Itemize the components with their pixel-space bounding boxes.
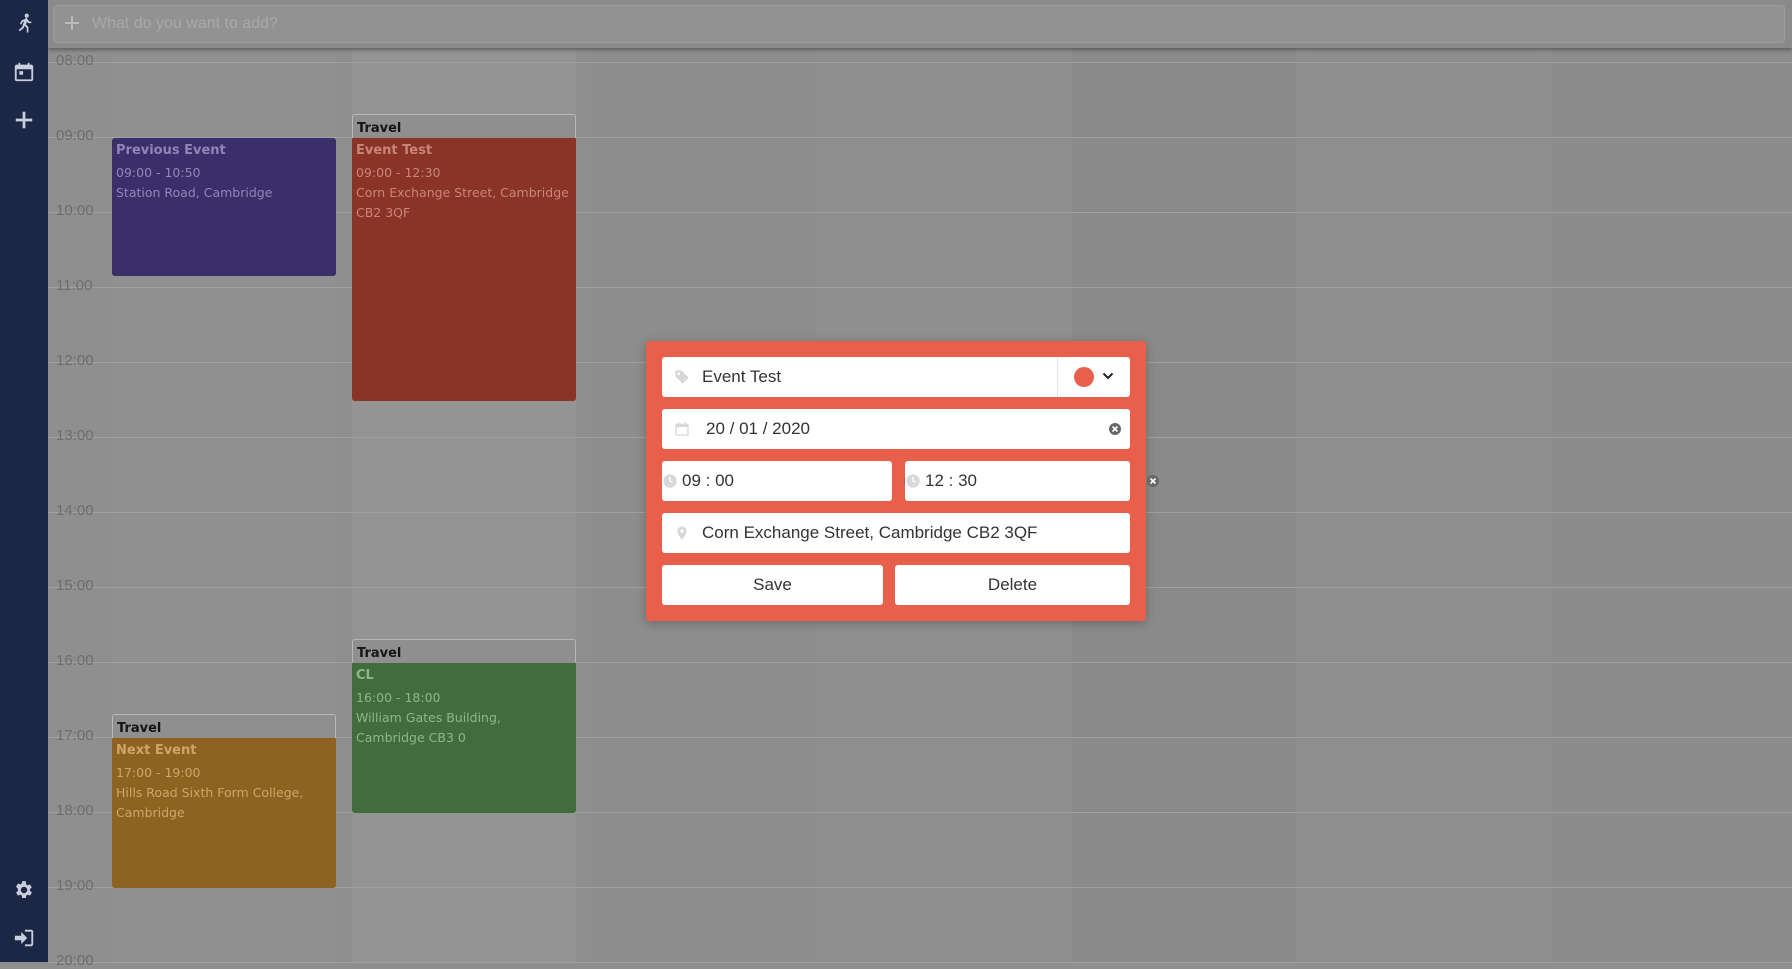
event-location: William Gates Building, Cambridge CB3 0 — [356, 710, 501, 745]
sidebar-item-activity[interactable] — [0, 3, 48, 43]
delete-button[interactable]: Delete — [895, 565, 1130, 605]
color-swatch — [1074, 367, 1094, 387]
color-picker[interactable] — [1057, 357, 1130, 397]
event-location: Hills Road Sixth Form College, Cambridge — [116, 785, 304, 820]
event-time: 16:00 - 18:00 — [356, 690, 441, 705]
travel-block[interactable]: Travel — [112, 714, 336, 739]
sidebar-item-add[interactable] — [0, 100, 48, 140]
sidebar-item-logout[interactable] — [0, 918, 48, 958]
chevron-down-icon — [1102, 367, 1114, 387]
edit-event-modal: Save Delete — [646, 341, 1159, 621]
hour-label: 16:00 — [56, 652, 94, 669]
day-column[interactable] — [1312, 0, 1536, 962]
event-date-input[interactable] — [702, 419, 1100, 439]
event-title: CL — [356, 668, 374, 683]
event-location: Station Road, Cambridge — [116, 185, 273, 200]
event-title-input[interactable] — [702, 367, 1050, 387]
location-input[interactable] — [702, 523, 1130, 543]
hour-label: 12:00 — [56, 352, 94, 369]
event-title: Next Event — [116, 743, 197, 758]
sidebar-item-calendar[interactable] — [0, 52, 48, 92]
calendar-icon — [662, 421, 702, 437]
hour-label: 20:00 — [56, 952, 94, 969]
plus-icon: + — [62, 11, 82, 36]
hour-label: 08:00 — [56, 52, 94, 69]
hour-line — [48, 62, 1792, 63]
hour-line — [48, 662, 1792, 663]
save-button[interactable]: Save — [662, 565, 883, 605]
clear-date-icon[interactable] — [1100, 422, 1130, 436]
logout-icon — [14, 929, 34, 947]
tag-icon — [662, 369, 702, 385]
event-title-field — [662, 357, 1130, 397]
add-bar: + — [48, 0, 1792, 48]
sidebar-item-settings[interactable] — [0, 870, 48, 910]
hour-label: 10:00 — [56, 202, 94, 219]
clock-icon — [662, 473, 678, 489]
hour-label: 09:00 — [56, 127, 94, 144]
location-field — [662, 513, 1130, 553]
start-time-field — [662, 461, 916, 501]
gear-icon — [16, 881, 32, 898]
add-input[interactable] — [90, 14, 1784, 34]
clock-icon — [905, 473, 921, 489]
hour-line — [48, 287, 1792, 288]
end-time-field — [905, 461, 1159, 501]
running-person-icon — [18, 13, 32, 33]
event-time: 09:00 - 12:30 — [356, 165, 441, 180]
event-title: Event Test — [356, 143, 433, 158]
start-time-input[interactable] — [678, 471, 903, 491]
hour-label: 15:00 — [56, 577, 94, 594]
event-next[interactable]: Next Event 17:00 - 19:00 Hills Road Sixt… — [112, 738, 336, 888]
event-time: 17:00 - 19:00 — [116, 765, 201, 780]
event-date-field — [662, 409, 1130, 449]
clear-end-time-icon[interactable] — [1146, 474, 1160, 488]
hour-label: 11:00 — [56, 277, 93, 294]
sidebar — [0, 0, 48, 962]
event-test[interactable]: Event Test 09:00 - 12:30 Corn Exchange S… — [352, 138, 576, 401]
end-time-input[interactable] — [921, 471, 1146, 491]
event-cl[interactable]: CL 16:00 - 18:00 William Gates Building,… — [352, 663, 576, 813]
hour-label: 17:00 — [56, 727, 94, 744]
travel-block[interactable]: Travel — [352, 639, 576, 664]
event-time: 09:00 - 10:50 — [116, 165, 201, 180]
event-location: Corn Exchange Street, Cambridge CB2 3QF — [356, 185, 569, 220]
map-pin-icon — [662, 525, 702, 541]
hour-line — [48, 962, 1792, 963]
day-column[interactable] — [1552, 0, 1792, 962]
plus-icon — [15, 111, 33, 129]
calendar-icon — [14, 62, 34, 82]
travel-block[interactable]: Travel — [352, 114, 576, 139]
add-input-wrapper: + — [53, 5, 1785, 43]
hour-label: 13:00 — [56, 427, 94, 444]
event-previous[interactable]: Previous Event 09:00 - 10:50 Station Roa… — [112, 138, 336, 276]
hour-label: 14:00 — [56, 502, 94, 519]
event-title: Previous Event — [116, 143, 226, 158]
hour-label: 19:00 — [56, 877, 94, 894]
hour-label: 18:00 — [56, 802, 94, 819]
